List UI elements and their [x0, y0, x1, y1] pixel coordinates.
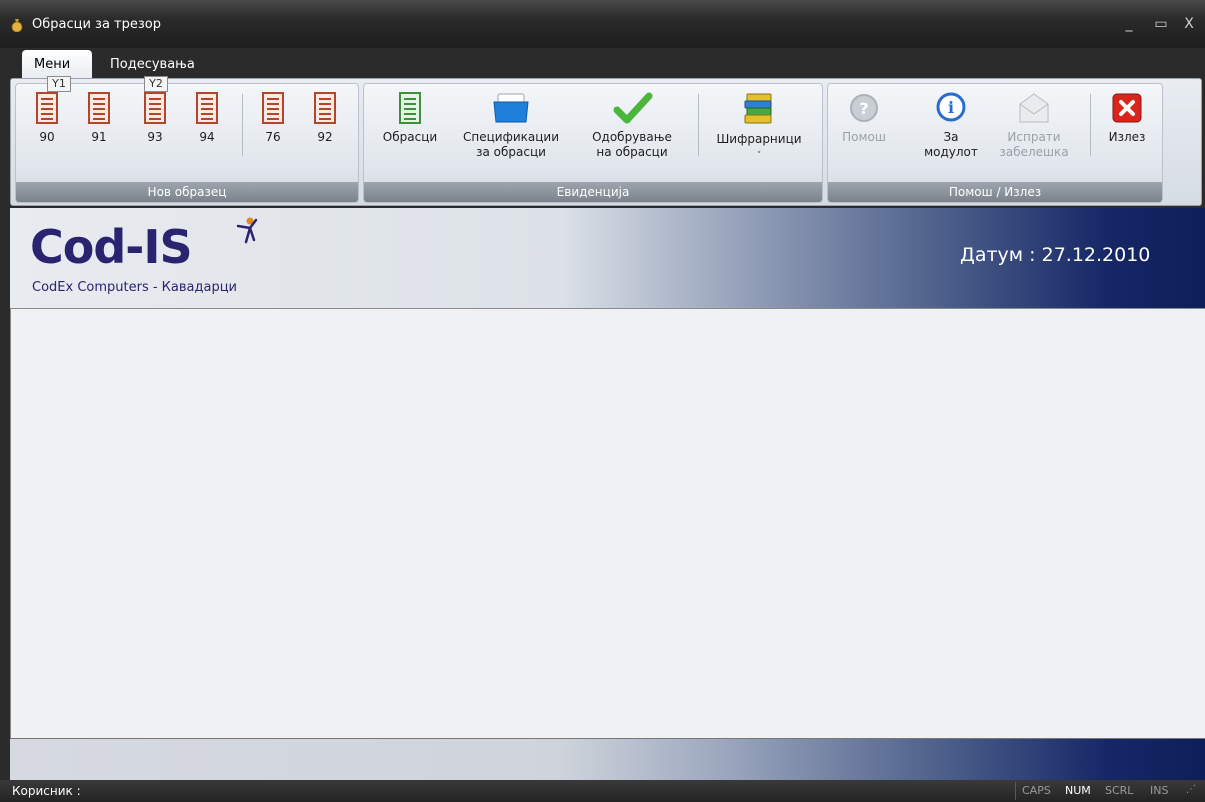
- title-bar: Обрасци за трезор _ ▭ X: [0, 0, 1205, 48]
- form-93-label: 93: [147, 130, 163, 144]
- shifrarnici-button[interactable]: Шифрарници ˅: [704, 92, 814, 164]
- envelope-icon: [1019, 93, 1049, 123]
- keytip-y1: Y1: [47, 76, 71, 92]
- form-93-button[interactable]: 93: [140, 92, 170, 145]
- form-document-icon: [314, 92, 336, 124]
- minimize-button[interactable]: _: [1118, 15, 1140, 33]
- help-icon: ?: [850, 94, 878, 122]
- scrl-indicator: SCRL: [1105, 784, 1134, 797]
- isprati-label-line1: Испрати: [1007, 130, 1061, 144]
- forms-document-icon: [399, 92, 421, 124]
- exit-x-icon: [1112, 93, 1142, 123]
- figure-logo-icon: [236, 217, 258, 244]
- odobruvanje-button[interactable]: Одобрување на обрасци: [582, 92, 682, 160]
- ribbon-separator: [698, 94, 699, 156]
- specifikacii-label-line2: за обрасци: [476, 145, 546, 159]
- za-modulot-label-line2: модулот: [924, 145, 978, 159]
- pomosh-button[interactable]: ? Помош: [836, 92, 892, 145]
- shifrarnici-label: Шифрарници: [716, 132, 802, 146]
- checkmark-icon: [613, 92, 653, 124]
- za-modulot-button[interactable]: i За модулот: [916, 92, 986, 160]
- group-label: Нов образец: [16, 182, 358, 202]
- odobruvanje-label-line2: на обрасци: [596, 145, 668, 159]
- form-91-button[interactable]: 91: [84, 92, 114, 145]
- footer-band: [10, 738, 1205, 780]
- form-76-label: 76: [265, 130, 281, 144]
- obrasci-label: Обрасци: [382, 130, 438, 144]
- resize-grip-icon[interactable]: ⋰: [1186, 784, 1200, 798]
- form-document-icon: [262, 92, 284, 124]
- za-modulot-label-line1: За: [943, 130, 959, 144]
- form-document-icon: [144, 92, 166, 124]
- ins-indicator: INS: [1150, 784, 1169, 797]
- company-subtitle: CodEx Computers - Кавадарци: [32, 280, 238, 295]
- money-bag-icon: [11, 19, 23, 32]
- izlez-label: Излез: [1108, 130, 1146, 144]
- num-indicator: NUM: [1065, 784, 1091, 797]
- form-91-label: 91: [91, 130, 107, 144]
- group-label: Помош / Излез: [828, 182, 1162, 202]
- izlez-button[interactable]: Излез: [1100, 92, 1154, 145]
- main-content-area: [10, 308, 1205, 738]
- status-bar: Корисник : CAPS NUM SCRL INS ⋰: [0, 780, 1205, 802]
- group-nov-obrazec: 90 91 93 94 76 92 Нов образец: [15, 83, 359, 203]
- card-file-icon: [493, 93, 529, 123]
- form-76-button[interactable]: 76: [258, 92, 288, 145]
- window-title: Обрасци за трезор: [32, 17, 161, 32]
- svg-text:?: ?: [859, 99, 868, 118]
- info-icon: i: [936, 92, 966, 122]
- maximize-button[interactable]: ▭: [1150, 15, 1172, 33]
- caps-indicator: CAPS: [1022, 784, 1051, 797]
- form-92-label: 92: [317, 130, 333, 144]
- svg-text:i: i: [948, 98, 954, 117]
- odobruvanje-label-line1: Одобрување: [592, 130, 672, 144]
- ribbon: 90 91 93 94 76 92 Нов образец Обрасци Сп…: [10, 78, 1202, 206]
- isprati-zabeleshka-button[interactable]: Испрати забелешка: [994, 92, 1074, 160]
- date-display: Датум : 27.12.2010: [960, 244, 1151, 266]
- form-90-label: 90: [39, 130, 55, 144]
- chevron-down-icon: ˅: [756, 151, 762, 161]
- isprati-label-line2: забелешка: [999, 145, 1069, 159]
- form-92-button[interactable]: 92: [310, 92, 340, 145]
- form-94-label: 94: [199, 130, 215, 144]
- codis-logo: Cod-IS: [30, 220, 193, 274]
- close-button[interactable]: X: [1178, 15, 1200, 33]
- header-banner: Cod-IS CodEx Computers - Кавадарци Датум…: [10, 208, 1205, 308]
- form-document-icon: [88, 92, 110, 124]
- group-label: Евиденција: [364, 182, 822, 202]
- form-document-icon: [36, 92, 58, 124]
- pomosh-label: Помош: [842, 130, 886, 144]
- books-icon: [744, 93, 772, 124]
- ribbon-separator: [242, 94, 243, 156]
- form-90-button[interactable]: 90: [32, 92, 62, 145]
- group-evidencija: Обрасци Спецификации за обрасци Одобрува…: [363, 83, 823, 203]
- group-pomosh-izlez: ? Помош i За модулот Испрати забелешка И…: [827, 83, 1163, 203]
- specifikacii-label-line1: Спецификации: [463, 130, 559, 144]
- form-94-button[interactable]: 94: [192, 92, 222, 145]
- specifikacii-button[interactable]: Спецификации за обрасци: [456, 92, 566, 160]
- ribbon-separator: [1090, 94, 1091, 156]
- status-separator: [1015, 782, 1016, 800]
- user-label: Корисник :: [12, 784, 81, 798]
- form-document-icon: [196, 92, 218, 124]
- keytip-y2: Y2: [144, 76, 168, 92]
- obrasci-button[interactable]: Обрасци: [372, 92, 448, 145]
